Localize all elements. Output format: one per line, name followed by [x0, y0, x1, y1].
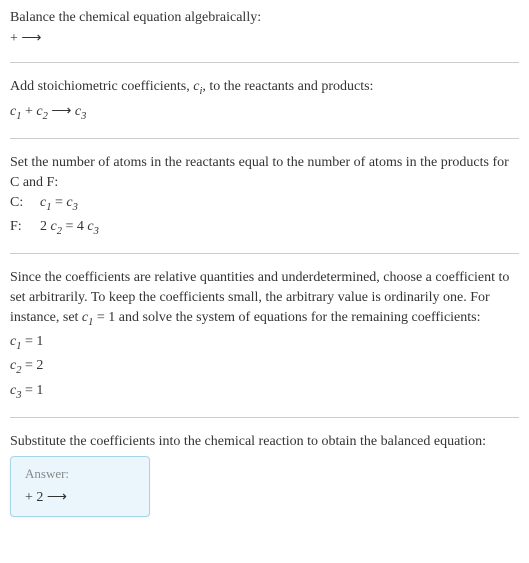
intro-equation: + ⟶	[10, 28, 519, 49]
r2-var: c2	[10, 358, 21, 373]
section-solve: Since the coefficients are relative quan…	[10, 268, 519, 403]
row-f: F: 2 c2 = 4 c3	[10, 217, 519, 239]
intro-eq-pre: +	[10, 31, 21, 46]
section-substitute: Substitute the coefficients into the che…	[10, 432, 519, 516]
c3: c3	[75, 104, 86, 119]
stoich-equation: c1 + c2 ⟶ c3	[10, 102, 519, 124]
c-rhs-sub: 3	[73, 202, 78, 213]
set-c1: c1	[82, 310, 93, 325]
c-lhs: c1	[40, 195, 51, 210]
plus1: +	[21, 104, 36, 119]
row-c: C: c1 = c3	[10, 193, 519, 215]
f-rhs: c3	[87, 219, 98, 234]
section-stoichiometric: Add stoichiometric coefficients, ci, to …	[10, 77, 519, 124]
set-eq: = 1	[93, 310, 115, 325]
arrow-icon: ⟶	[21, 29, 41, 45]
answer-label: Answer:	[25, 465, 135, 483]
eq-c: c1 = c3	[40, 193, 78, 215]
divider	[10, 417, 519, 418]
atom-balance-text: Set the number of atoms in the reactants…	[10, 153, 519, 192]
c2: c2	[36, 104, 47, 119]
f-lhs-coef: 2	[40, 219, 51, 234]
section-balance-intro: Balance the chemical equation algebraica…	[10, 8, 519, 48]
label-f: F:	[10, 217, 40, 239]
divider	[10, 138, 519, 139]
r2-val: = 2	[21, 358, 43, 373]
r3-val: = 1	[21, 383, 43, 398]
c-eq: =	[51, 195, 66, 210]
c1: c1	[10, 104, 21, 119]
divider	[10, 253, 519, 254]
r1-val: = 1	[21, 334, 43, 349]
stoich-pre: Add stoichiometric coefficients,	[10, 79, 193, 94]
solve-post: and solve the system of equations for th…	[115, 310, 480, 325]
answer-equation: + 2 ⟶	[25, 487, 135, 508]
r1-var: c1	[10, 334, 21, 349]
result-c2: c2 = 2	[10, 356, 519, 378]
divider	[10, 62, 519, 63]
section-atom-balance: Set the number of atoms in the reactants…	[10, 153, 519, 239]
result-c3: c3 = 1	[10, 381, 519, 403]
c3-sub: 3	[81, 110, 86, 121]
substitute-text: Substitute the coefficients into the che…	[10, 432, 519, 452]
answer-pre: + 2	[25, 490, 47, 505]
stoich-post: , to the reactants and products:	[202, 79, 373, 94]
label-c: C:	[10, 193, 40, 215]
f-lhs: c2	[51, 219, 62, 234]
intro-line1: Balance the chemical equation algebraica…	[10, 8, 519, 28]
arrow2: ⟶	[48, 104, 75, 119]
result-c1: c1 = 1	[10, 332, 519, 354]
f-rhs-sub: 3	[94, 226, 99, 237]
arrow-icon: ⟶	[47, 488, 67, 504]
solve-text: Since the coefficients are relative quan…	[10, 268, 519, 330]
f-eq: = 4	[62, 219, 87, 234]
r3-var: c3	[10, 383, 21, 398]
c-rhs: c3	[66, 195, 77, 210]
answer-box: Answer: + 2 ⟶	[10, 456, 150, 517]
stoich-text: Add stoichiometric coefficients, ci, to …	[10, 77, 519, 99]
eq-f: 2 c2 = 4 c3	[40, 217, 99, 239]
